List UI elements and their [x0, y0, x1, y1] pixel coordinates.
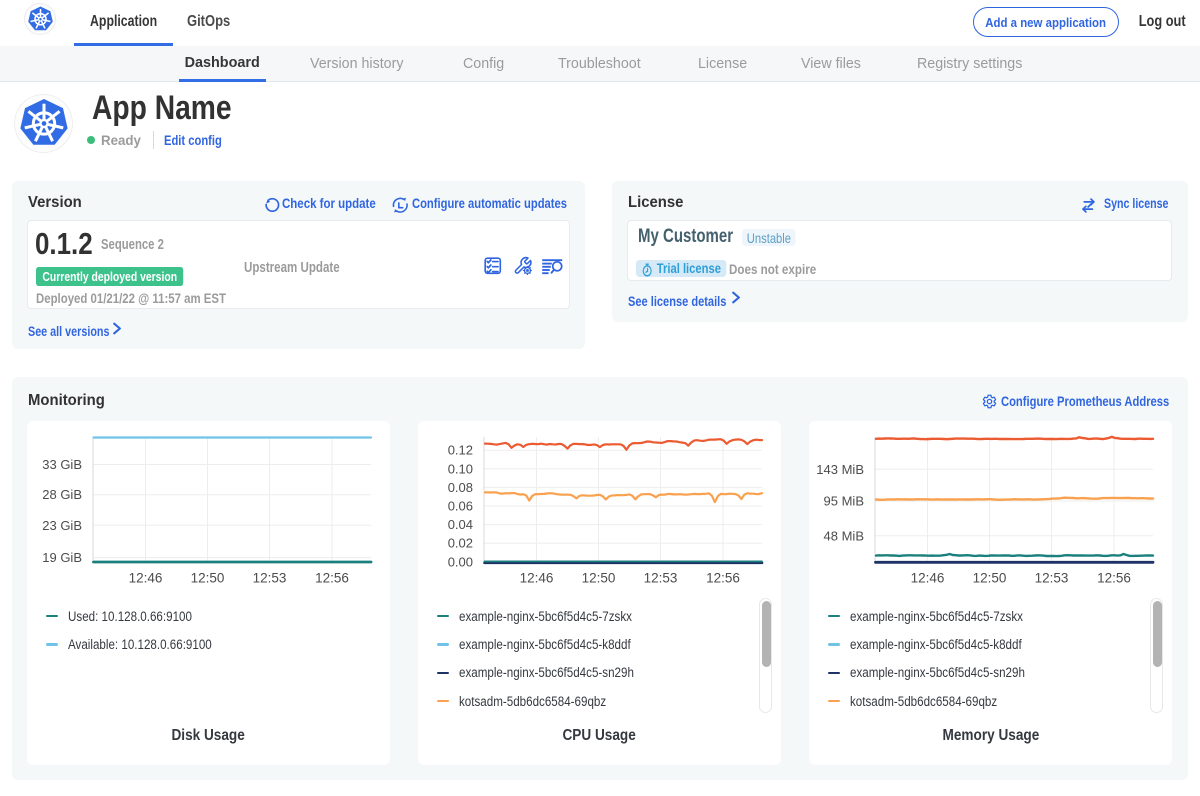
svg-text:12:46: 12:46	[129, 571, 163, 586]
svg-text:33 GiB: 33 GiB	[42, 457, 82, 472]
svg-text:0.10: 0.10	[448, 461, 473, 476]
svg-text:12:46: 12:46	[911, 571, 945, 586]
svg-text:12:50: 12:50	[191, 571, 225, 586]
svg-text:12:56: 12:56	[315, 571, 349, 586]
svg-text:48 MiB: 48 MiB	[824, 528, 864, 543]
svg-text:19 GiB: 19 GiB	[42, 550, 82, 565]
svg-text:28 GiB: 28 GiB	[42, 487, 82, 502]
svg-text:12:53: 12:53	[253, 571, 287, 586]
svg-text:0.08: 0.08	[448, 480, 473, 495]
svg-text:12:53: 12:53	[1035, 571, 1069, 586]
svg-text:0.04: 0.04	[448, 517, 473, 532]
svg-text:95 MiB: 95 MiB	[824, 494, 864, 509]
svg-text:0.06: 0.06	[448, 499, 473, 514]
svg-text:23 GiB: 23 GiB	[42, 518, 82, 533]
svg-text:12:53: 12:53	[644, 571, 678, 586]
svg-text:12:56: 12:56	[706, 571, 740, 586]
svg-text:12:50: 12:50	[582, 571, 616, 586]
svg-text:12:46: 12:46	[520, 571, 554, 586]
svg-text:143 MiB: 143 MiB	[816, 462, 864, 477]
svg-text:0.02: 0.02	[448, 536, 473, 551]
svg-text:0.00: 0.00	[448, 554, 473, 569]
svg-text:12:50: 12:50	[973, 571, 1007, 586]
svg-text:0.12: 0.12	[448, 443, 473, 458]
svg-text:12:56: 12:56	[1097, 571, 1131, 586]
